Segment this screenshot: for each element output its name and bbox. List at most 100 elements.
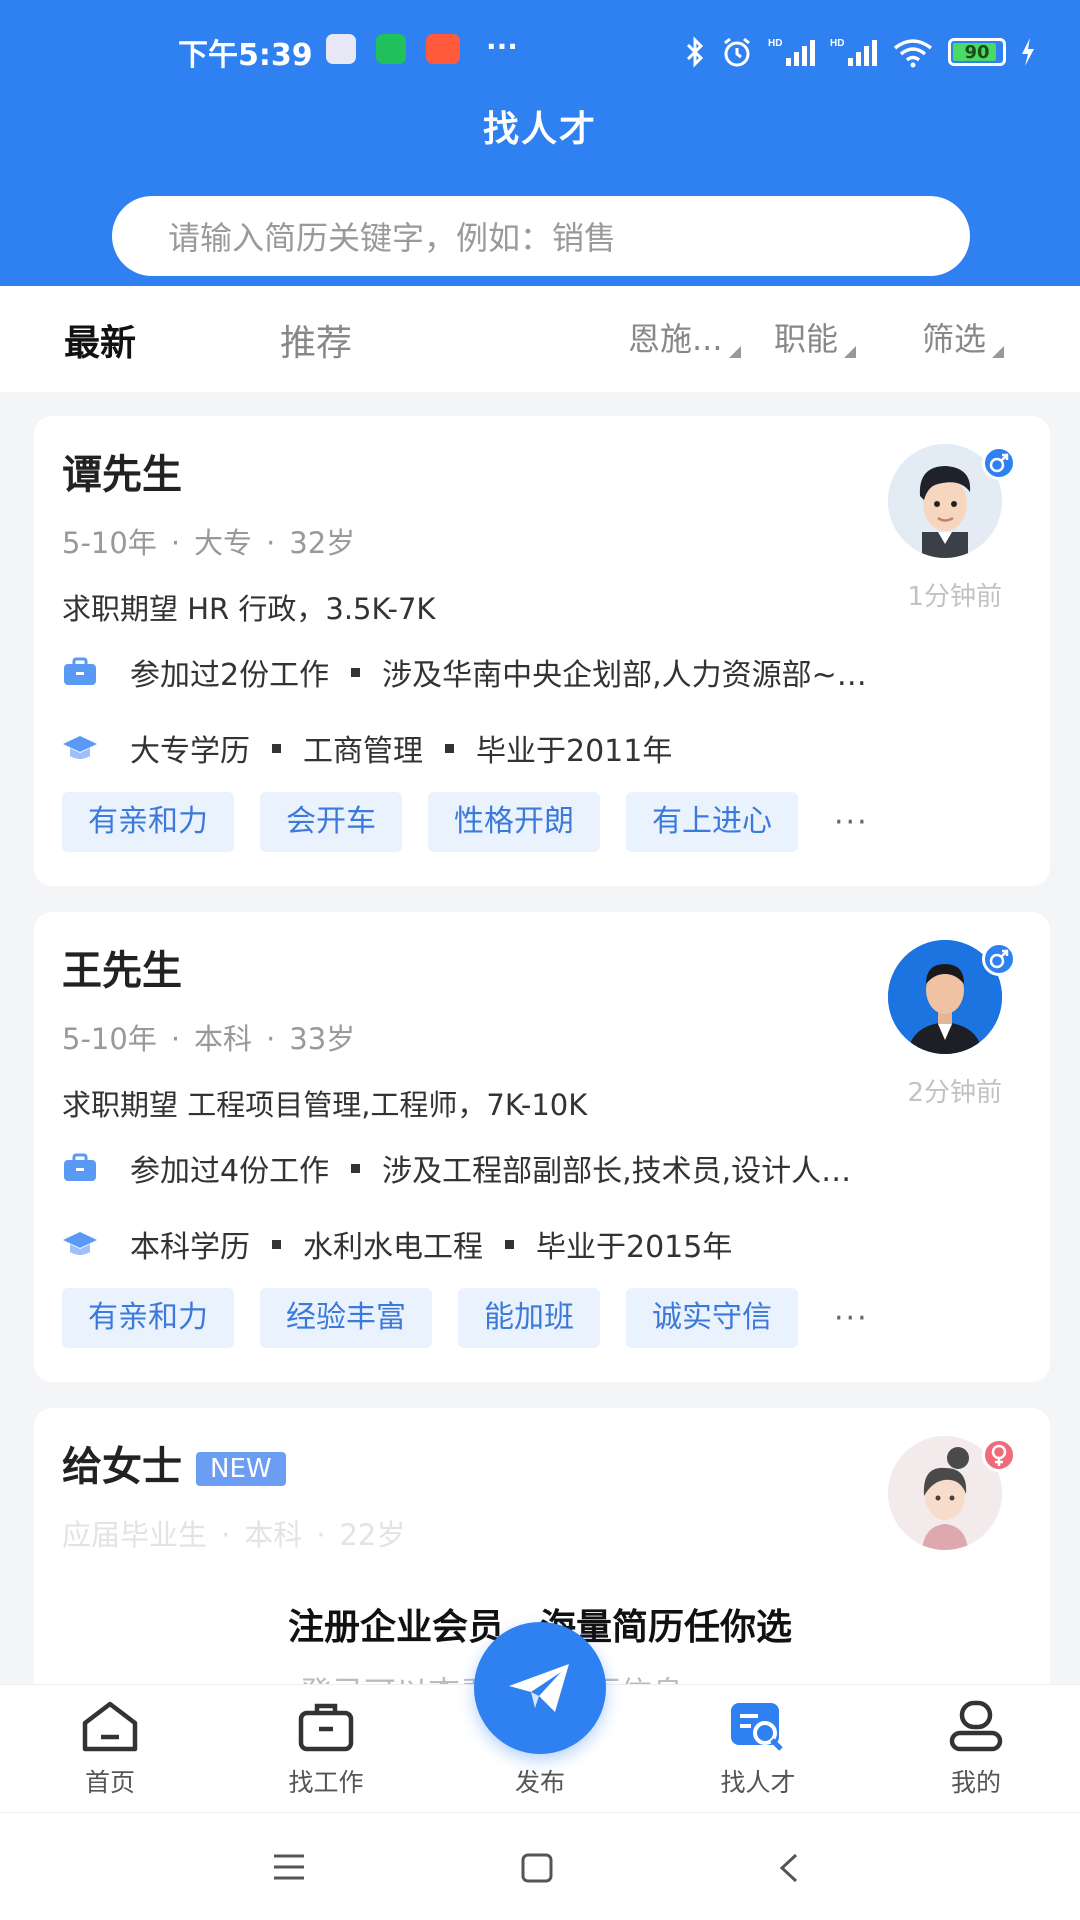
dropdown-triangle-icon	[992, 346, 1005, 358]
svg-text:HD: HD	[768, 38, 782, 49]
tag: 有亲和力	[62, 1288, 234, 1348]
dropdown-triangle-icon	[728, 346, 741, 358]
degree: 大专学历	[130, 734, 250, 769]
work-count: 参加过2份工作	[130, 658, 330, 693]
svg-text:HD: HD	[830, 38, 844, 49]
post-time: 2分钟前	[907, 1078, 1002, 1108]
tab-latest[interactable]: 最新	[64, 314, 136, 366]
candidate-meta: 5-10年 · 本科 · 33岁	[62, 1022, 356, 1056]
candidate-name: 王先生	[62, 948, 182, 994]
tag: 有上进心	[626, 792, 798, 852]
tag: 能加班	[458, 1288, 600, 1348]
wifi-icon	[893, 39, 933, 68]
nav-find-job[interactable]: 找工作	[256, 1699, 396, 1799]
resume-card[interactable]: 王先生 5-10年 · 本科 · 33岁 求职期望 工程项目管理,工程师，7K-10K …	[34, 912, 1050, 1382]
nav-home[interactable]: 首页	[40, 1699, 180, 1799]
tag-list: 有亲和力 会开车 性格开朗 有上进心 ···	[62, 792, 869, 852]
filter-function[interactable]: 职能	[774, 314, 857, 360]
charging-icon	[1022, 38, 1034, 66]
job-expectation: 求职期望 工程项目管理,工程师，7K-10K	[62, 1088, 588, 1122]
home-icon	[82, 1701, 138, 1752]
graduation-year: 毕业于2015年	[536, 1230, 733, 1265]
work-departments: 涉及工程部副部长,技术员,设计人…	[382, 1154, 852, 1189]
battery-level: 90	[964, 41, 990, 63]
more-tags-icon[interactable]: ···	[834, 805, 869, 840]
system-nav-bar	[0, 1812, 1080, 1920]
filter-screen[interactable]: 筛选	[922, 314, 1005, 360]
experience: 应届毕业生	[62, 1518, 208, 1552]
app-notification-icon	[326, 34, 356, 64]
phone-notification-icon	[376, 34, 406, 64]
filter-location-label: 恩施...	[628, 320, 723, 358]
filter-location[interactable]: 恩施...	[628, 314, 741, 360]
nav-home-label: 首页	[84, 1768, 135, 1797]
age: 32岁	[289, 526, 356, 560]
candidate-name: 给女士 NEW	[62, 1434, 286, 1492]
paper-plane-icon	[509, 1664, 569, 1712]
briefcase-icon	[64, 1153, 96, 1181]
talent-search-icon	[731, 1703, 783, 1751]
candidate-name: 谭先生	[62, 452, 182, 498]
age: 33岁	[289, 1022, 356, 1056]
signal-hd-icon: HD	[768, 38, 815, 66]
post-time: 1分钟前	[907, 582, 1002, 612]
job-expectation: 求职期望 HR 行政，3.5K-7K	[62, 592, 436, 626]
education-info: 本科学历 水利水电工程 毕业于2015年	[62, 1222, 732, 1266]
nav-find-job-label: 找工作	[288, 1768, 364, 1797]
major: 水利水电工程	[303, 1230, 483, 1265]
tag: 有亲和力	[62, 792, 234, 852]
work-history: 参加过2份工作 涉及华南中央企划部,人力资源部~…	[62, 650, 867, 694]
tab-recommend[interactable]: 推荐	[280, 314, 352, 366]
tabs-bar: 最新 推荐 恩施... 职能 筛选	[0, 286, 1080, 392]
nav-find-talent-label: 找人才	[720, 1768, 796, 1797]
more-notifications-icon: ···	[486, 30, 518, 63]
tag: 诚实守信	[626, 1288, 798, 1348]
tag: 会开车	[260, 792, 402, 852]
work-count: 参加过4份工作	[130, 1154, 330, 1189]
menu-icon[interactable]	[272, 1853, 306, 1881]
work-history: 参加过4份工作 涉及工程部副部长,技术员,设计人…	[62, 1146, 851, 1190]
header: 下午5:39 ··· HD HD 90 找人才 请输入简历关键字，例如：销售	[0, 0, 1080, 286]
status-bar: 下午5:39 ··· HD HD 90	[0, 30, 1080, 74]
nav-mine[interactable]: 我的	[906, 1699, 1046, 1799]
page-title: 找人才	[482, 109, 597, 150]
battery-icon: 90	[948, 38, 1006, 66]
education-level: 大专	[194, 526, 253, 560]
back-icon[interactable]	[778, 1853, 800, 1883]
experience: 5-10年	[62, 1022, 157, 1056]
new-badge: NEW	[196, 1452, 286, 1486]
publish-button[interactable]	[474, 1622, 606, 1754]
education-info: 大专学历 工商管理 毕业于2011年	[62, 726, 672, 770]
signal-hd-icon-2: HD	[830, 38, 877, 66]
male-icon	[982, 942, 1016, 976]
nav-find-talent[interactable]: 找人才	[688, 1699, 828, 1799]
tag-list: 有亲和力 经验丰富 能加班 诚实守信 ···	[62, 1288, 869, 1348]
dropdown-triangle-icon	[844, 346, 857, 358]
game-notification-icon	[426, 34, 460, 64]
candidate-meta: 5-10年 · 大专 · 32岁	[62, 526, 356, 560]
tag: 性格开朗	[428, 792, 600, 852]
filter-function-label: 职能	[774, 320, 839, 358]
graduation-cap-icon	[63, 1232, 97, 1255]
more-tags-icon[interactable]: ···	[834, 1301, 869, 1336]
briefcase-icon	[298, 1703, 354, 1752]
education-level: 本科	[244, 1518, 303, 1552]
home-square-icon[interactable]	[521, 1853, 553, 1883]
status-icons: HD HD 90	[684, 30, 1036, 74]
age: 22岁	[339, 1518, 406, 1552]
nav-publish-label: 发布	[514, 1768, 565, 1797]
degree: 本科学历	[130, 1230, 250, 1265]
tag: 经验丰富	[260, 1288, 432, 1348]
briefcase-icon	[64, 657, 96, 685]
resume-card[interactable]: 谭先生 5-10年 · 大专 · 32岁 求职期望 HR 行政，3.5K-7K 参加过2…	[34, 416, 1050, 886]
status-time: 下午5:39	[178, 38, 313, 73]
graduation-cap-icon	[63, 736, 97, 759]
education-level: 本科	[194, 1022, 253, 1056]
graduation-year: 毕业于2011年	[476, 734, 673, 769]
search-input[interactable]: 请输入简历关键字，例如：销售	[112, 196, 970, 276]
user-icon	[949, 1700, 1003, 1752]
experience: 5-10年	[62, 526, 157, 560]
male-icon	[982, 446, 1016, 480]
major: 工商管理	[303, 734, 423, 769]
female-icon	[982, 1438, 1016, 1472]
